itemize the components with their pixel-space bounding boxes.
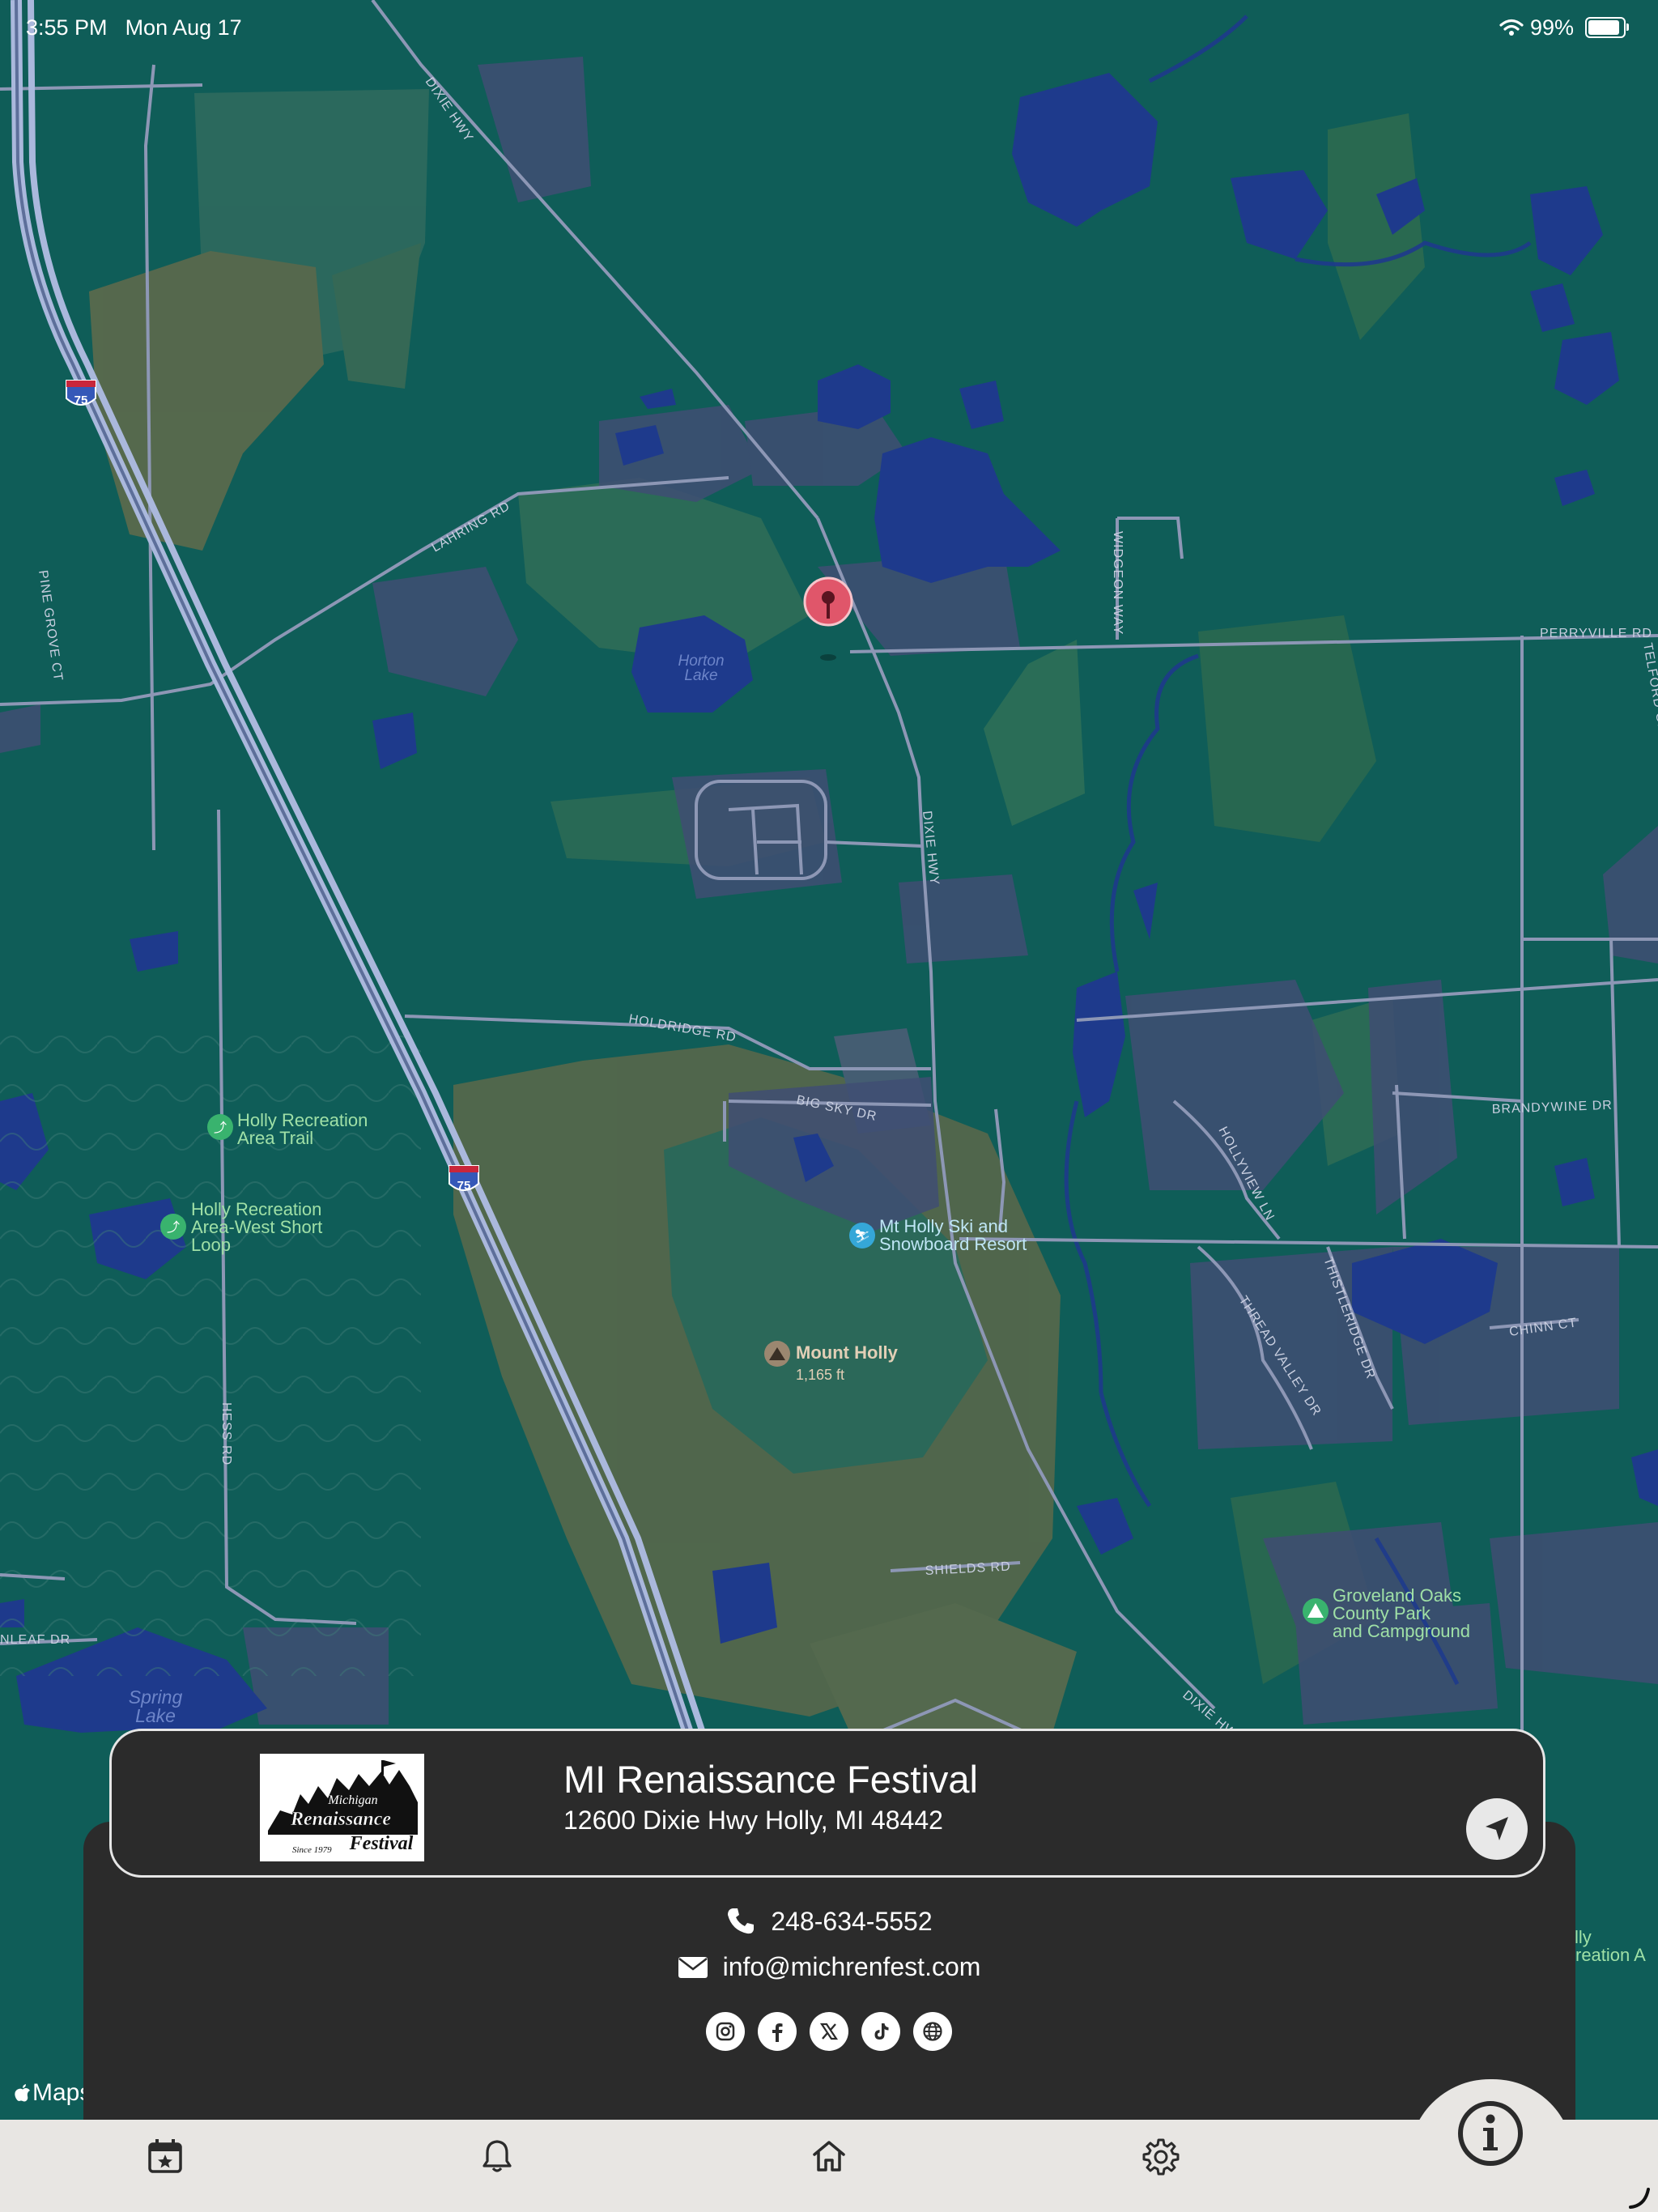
- bell-icon: [483, 2140, 512, 2172]
- phone-row[interactable]: 248-634-5552: [0, 1906, 1658, 1937]
- svg-text:⤴: ⤴: [167, 1220, 180, 1235]
- label-leaf-dr: NLEAF DR: [0, 1633, 70, 1647]
- email-row[interactable]: info@michrenfest.com: [0, 1952, 1658, 1982]
- maps-attribution[interactable]: Maps: [15, 2079, 91, 2107]
- status-bar: 3:55 PM Mon Aug 17 99%: [26, 11, 1629, 44]
- place-card[interactable]: Michigan Renaissance Since 1979 Festival…: [109, 1729, 1545, 1878]
- apple-logo-icon: [15, 2084, 30, 2102]
- tab-notifications[interactable]: [471, 2130, 523, 2182]
- festival-logo: Michigan Renaissance Since 1979 Festival: [260, 1754, 424, 1861]
- svg-text:Renaissance: Renaissance: [290, 1809, 391, 1830]
- status-indicators: 99%: [1499, 15, 1629, 40]
- x-link[interactable]: [810, 2012, 848, 2051]
- info-icon: [1458, 2101, 1523, 2166]
- gear-icon: [1142, 2138, 1180, 2176]
- svg-text:Since 1979: Since 1979: [292, 1845, 332, 1855]
- label-spring-lake-2: Lake: [135, 1705, 176, 1726]
- svg-text:and Campground: and Campground: [1333, 1621, 1470, 1641]
- phone-number[interactable]: 248-634-5552: [771, 1907, 932, 1937]
- home-icon: [813, 2141, 845, 2172]
- calendar-star-icon: [148, 2139, 182, 2173]
- social-links: [0, 2012, 1658, 2051]
- wifi-icon: [1499, 19, 1524, 36]
- corner-resize-icon: [1629, 2188, 1650, 2209]
- tab-home[interactable]: [803, 2130, 855, 2182]
- tiktok-icon: [874, 2023, 889, 2040]
- place-name: MI Renaissance Festival: [563, 1758, 978, 1801]
- svg-text:Mount Holly: Mount Holly: [796, 1342, 899, 1363]
- svg-text:75: 75: [457, 1179, 471, 1193]
- mail-icon: [678, 1956, 708, 1978]
- label-widgeon-way: WIDGEON WAY: [1111, 531, 1124, 635]
- svg-text:⛷: ⛷: [854, 1229, 870, 1244]
- tab-settings[interactable]: [1135, 2130, 1187, 2182]
- directions-button[interactable]: [1466, 1798, 1528, 1860]
- place-address: 12600 Dixie Hwy Holly, MI 48442: [563, 1806, 943, 1835]
- svg-text:75: 75: [74, 393, 88, 407]
- phone-icon: [728, 1908, 755, 1934]
- label-perryville-rd: PERRYVILLE RD: [1540, 627, 1652, 640]
- email-address[interactable]: info@michrenfest.com: [723, 1952, 981, 1982]
- facebook-icon: [772, 2023, 783, 2042]
- svg-text:Festival: Festival: [349, 1833, 414, 1854]
- svg-text:Loop: Loop: [191, 1235, 231, 1255]
- battery-icon: [1585, 17, 1629, 38]
- svg-text:Snowboard Resort: Snowboard Resort: [879, 1234, 1027, 1254]
- instagram-link[interactable]: [706, 2012, 745, 2051]
- svg-text:Michigan: Michigan: [327, 1793, 377, 1807]
- battery-percent: 99%: [1529, 15, 1574, 40]
- status-date: Mon Aug 17: [125, 15, 242, 40]
- tab-info[interactable]: [1454, 2097, 1527, 2170]
- tiktok-link[interactable]: [861, 2012, 900, 2051]
- svg-text:⤴: ⤴: [214, 1121, 227, 1135]
- status-time: 3:55 PM: [26, 15, 108, 40]
- globe-icon: [923, 2022, 942, 2041]
- x-icon: [819, 2023, 839, 2040]
- label-hess-rd: HESS RD: [219, 1402, 233, 1465]
- label-horton-lake-2: Lake: [684, 667, 717, 684]
- website-link[interactable]: [913, 2012, 952, 2051]
- instagram-icon: [716, 2022, 735, 2041]
- navigation-arrow-icon: [1486, 1817, 1508, 1840]
- facebook-link[interactable]: [758, 2012, 797, 2051]
- svg-text:1,165 ft: 1,165 ft: [796, 1367, 844, 1383]
- tab-events[interactable]: [139, 2130, 191, 2182]
- svg-text:Area Trail: Area Trail: [237, 1128, 313, 1148]
